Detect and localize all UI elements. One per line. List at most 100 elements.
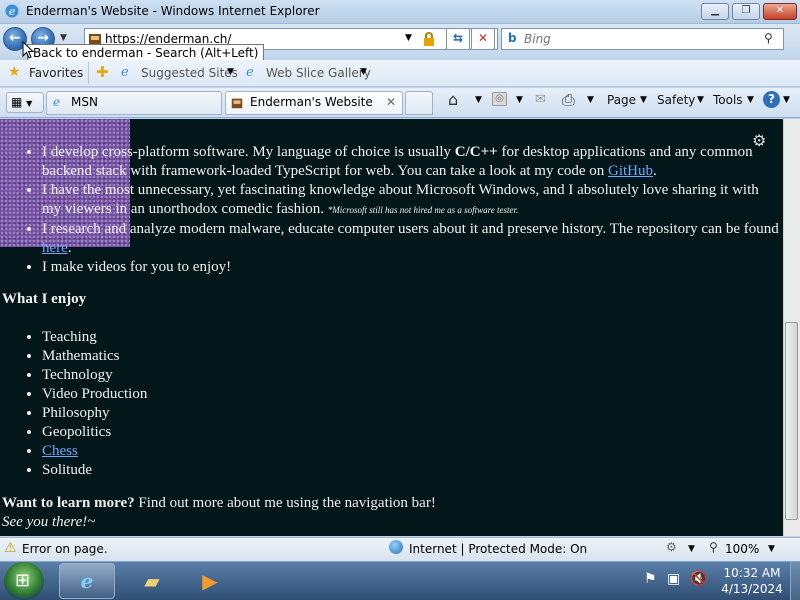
stop-icon: ✕ [477,31,489,45]
clock-time: 10:32 AM [723,566,781,580]
zoom-level[interactable]: 100% [725,542,759,556]
chevron-down-icon[interactable]: ▼ [227,67,234,77]
add-to-favorites-icon[interactable]: ✚ [96,63,109,81]
list-item: Chess [42,442,780,461]
zoom-icon: ⚲ [709,540,718,554]
ie-logo-icon: e [5,4,19,18]
chevron-down-icon[interactable]: ▼ [475,95,482,105]
action-center-flag-icon[interactable]: ⚑ [644,571,657,587]
compatibility-icon[interactable]: ⚙ [666,540,677,554]
chevron-down-icon: ▼ [783,95,790,105]
safety-menu[interactable]: Safety [657,93,695,107]
globe-icon [389,540,403,554]
enjoy-heading: What I enjoy [2,291,87,307]
error-text[interactable]: Error on page. [22,542,108,556]
chevron-down-icon[interactable]: ▼ [688,544,695,554]
print-icon[interactable]: ⎙ [562,90,575,110]
favorites-button[interactable]: Favorites [29,66,83,80]
about-list: I develop cross-platform software. My la… [42,143,780,277]
list-item: I develop cross-platform software. My la… [42,143,780,181]
favorites-star-icon: ★ [8,64,21,80]
taskbar-media-player[interactable]: ▶ [182,563,238,599]
github-link[interactable]: GitHub [608,163,653,179]
quick-tabs-button[interactable]: ▦ ▼ [6,92,44,113]
grid-icon: ▦ [11,95,23,109]
new-tab-button[interactable] [405,91,433,115]
tab-msn[interactable]: e MSN [46,91,222,115]
maximize-button[interactable]: ❐ [732,3,760,20]
windows-logo-icon: ⊞ [15,570,31,591]
folder-icon: ▰ [144,569,160,593]
repository-link[interactable]: here [42,240,68,256]
recent-pages-dropdown[interactable]: ▼ [60,33,67,43]
zone-text[interactable]: Internet | Protected Mode: On [409,542,587,556]
scrollbar-thumb[interactable] [785,322,798,520]
web-slice-gallery-link[interactable]: Web Slice Gallery [266,66,371,80]
list-item: Video Production [42,385,780,404]
back-arrow-icon: ← [9,30,21,46]
learn-more-text: Want to learn more? Find out more about … [2,495,436,511]
site-favicon-icon [231,98,243,109]
start-button[interactable]: ⊞ [4,562,44,600]
refresh-button[interactable]: ⇆ [446,28,470,50]
window-title: Enderman's Website - Windows Internet Ex… [26,4,320,18]
ie-logo-icon: e [80,569,94,593]
chess-link[interactable]: Chess [42,443,78,459]
list-item: Geopolitics [42,423,780,442]
list-item: Teaching [42,328,780,347]
list-item: I make videos for you to enjoy! [42,258,780,277]
close-button[interactable]: ✕ [763,3,797,20]
chevron-down-icon[interactable]: ▼ [360,67,367,77]
warning-icon[interactable]: ⚠ [4,540,17,556]
address-dropdown-icon[interactable]: ▼ [405,33,412,43]
tab-label: MSN [71,95,98,109]
bing-logo-icon: b [508,31,517,45]
network-icon[interactable]: ▣ [667,571,680,587]
volume-muted-icon[interactable]: 🔇 [690,571,707,587]
page-content: ⚙ I develop cross-platform software. My … [0,119,783,536]
home-icon[interactable]: ⌂ [448,90,458,109]
tools-menu[interactable]: Tools [713,93,743,107]
read-mail-icon[interactable]: ✉ [535,92,546,107]
footnote: *Microsoft still has not hired me as a s… [327,205,519,215]
svg-text:e: e [9,5,16,18]
chevron-down-icon: ▼ [640,95,647,105]
tab-close-icon[interactable]: ✕ [386,95,396,109]
list-item: Philosophy [42,404,780,423]
page-menu[interactable]: Page [607,93,636,107]
enjoy-list: Teaching Mathematics Technology Video Pr… [42,328,780,480]
taskbar-explorer[interactable]: ▰ [124,563,180,599]
refresh-icon: ⇆ [452,31,464,45]
favorites-bar [0,60,800,87]
title-bar[interactable]: e Enderman's Website - Windows Internet … [0,0,800,24]
divider [88,62,89,84]
chevron-down-icon: ▼ [747,95,754,105]
chevron-down-icon[interactable]: ▼ [587,95,594,105]
system-clock[interactable]: 10:32 AM 4/13/2024 [708,565,796,597]
list-item: I have the most unnecessary, yet fascina… [42,181,780,220]
suggested-sites-ie-icon: e [121,65,129,80]
minimize-button[interactable]: ▁ [701,3,729,20]
help-icon[interactable]: ? [763,91,780,108]
search-box[interactable]: b ⚲ [501,28,784,50]
show-desktop-button[interactable] [790,562,800,600]
msn-ie-icon: e [53,95,61,109]
search-input[interactable] [524,31,754,47]
taskbar-internet-explorer[interactable]: e [59,563,115,599]
web-slice-ie-icon: e [246,65,254,80]
list-item: I research and analyze modern malware, e… [42,220,780,258]
stop-button[interactable]: ✕ [471,28,495,50]
chevron-down-icon: ▼ [697,95,704,105]
ssl-lock-icon[interactable] [421,31,437,47]
suggested-sites-link[interactable]: Suggested Sites [141,66,238,80]
search-icon[interactable]: ⚲ [764,31,773,45]
list-item: Mathematics [42,347,780,366]
feeds-icon[interactable]: ◎ [492,92,507,106]
chevron-down-icon[interactable]: ▼ [516,95,523,105]
tab-endermans-website[interactable]: Enderman's Website ✕ [225,91,403,115]
media-player-icon: ▶ [202,569,218,593]
tab-label: Enderman's Website [250,95,373,109]
chevron-down-icon[interactable]: ▼ [768,544,775,554]
mouse-cursor-icon [22,41,34,59]
list-item: Technology [42,366,780,385]
